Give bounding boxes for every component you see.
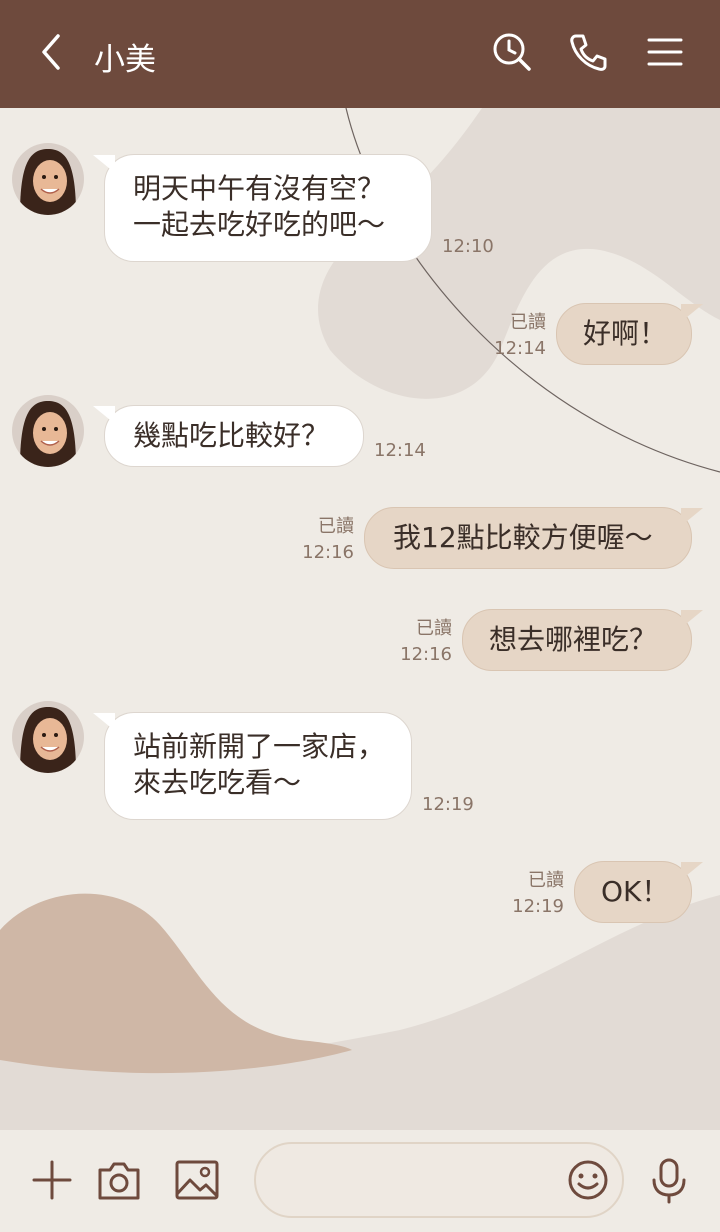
- message-time: 12:16: [400, 644, 452, 665]
- read-receipt: 已讀: [510, 312, 546, 333]
- composer-bar: [0, 1130, 720, 1232]
- outgoing-message[interactable]: 好啊！: [556, 303, 703, 365]
- message-input-container[interactable]: [254, 1142, 624, 1218]
- message-time: 12:14: [494, 338, 546, 359]
- read-receipt: 已讀: [318, 516, 354, 537]
- menu-icon[interactable]: [643, 30, 687, 74]
- contact-name: 小美: [94, 42, 156, 78]
- message-time: 12:10: [442, 236, 494, 257]
- message-input[interactable]: [280, 1158, 564, 1204]
- message-time: 12:19: [512, 896, 564, 917]
- contact-avatar[interactable]: [12, 701, 84, 773]
- incoming-message[interactable]: 站前新開了一家店， 來去吃吃看～: [93, 712, 412, 820]
- message-meta: 已讀 12:16: [278, 514, 354, 566]
- message-time: 12:16: [302, 542, 354, 563]
- outgoing-message[interactable]: 我12點比較方便喔～: [364, 507, 703, 569]
- mic-icon[interactable]: [646, 1156, 692, 1208]
- message-meta: 已讀 12:14: [470, 310, 546, 362]
- read-receipt: 已讀: [416, 618, 452, 639]
- message-time: 12:19: [422, 794, 474, 815]
- outgoing-message[interactable]: 想去哪裡吃？: [462, 609, 703, 671]
- emoji-icon[interactable]: [566, 1158, 610, 1206]
- phone-icon[interactable]: [566, 30, 610, 74]
- read-receipt: 已讀: [528, 870, 564, 891]
- back-icon[interactable]: [30, 30, 74, 74]
- contact-avatar[interactable]: [12, 143, 84, 215]
- outgoing-message[interactable]: OK！: [574, 861, 703, 923]
- chat-header: 小美: [0, 0, 720, 108]
- camera-icon[interactable]: [96, 1158, 142, 1206]
- incoming-message[interactable]: 明天中午有沒有空？ 一起去吃好吃的吧～: [93, 154, 432, 262]
- search-icon[interactable]: [490, 30, 534, 74]
- message-meta: 已讀 12:19: [488, 868, 564, 920]
- incoming-message[interactable]: 幾點吃比較好？: [93, 405, 364, 467]
- plus-icon[interactable]: [30, 1158, 74, 1206]
- message-time: 12:14: [374, 440, 426, 461]
- image-icon[interactable]: [174, 1158, 220, 1206]
- contact-avatar[interactable]: [12, 395, 84, 467]
- message-meta: 已讀 12:16: [376, 616, 452, 668]
